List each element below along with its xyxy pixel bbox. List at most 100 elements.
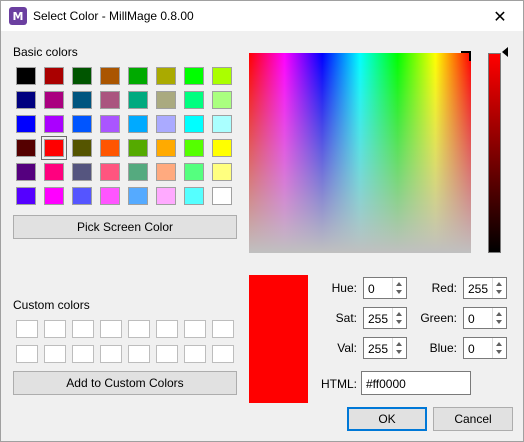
basic-color-swatch[interactable] <box>16 163 36 181</box>
hue-up-icon[interactable] <box>396 282 402 286</box>
blue-value: 0 <box>468 342 475 356</box>
basic-color-swatch[interactable] <box>72 91 92 109</box>
window-title: Select Color - MillMage 0.8.00 <box>33 9 194 23</box>
value-slider-arrow-icon[interactable] <box>502 47 508 57</box>
basic-color-swatch[interactable] <box>156 139 176 157</box>
custom-color-swatch[interactable] <box>184 320 206 338</box>
close-button[interactable]: ✕ <box>483 1 517 31</box>
basic-color-swatch[interactable] <box>156 115 176 133</box>
basic-color-swatch[interactable] <box>72 139 92 157</box>
basic-color-swatch[interactable] <box>128 187 148 205</box>
basic-color-swatch[interactable] <box>184 163 204 181</box>
basic-color-swatch[interactable] <box>41 136 67 160</box>
val-up-icon[interactable] <box>396 342 402 346</box>
green-label: Green: <box>420 311 457 325</box>
cancel-button[interactable]: Cancel <box>433 407 513 431</box>
basic-color-swatch[interactable] <box>128 67 148 85</box>
basic-color-swatch[interactable] <box>100 115 120 133</box>
custom-color-swatch[interactable] <box>16 345 38 363</box>
green-down-icon[interactable] <box>496 320 502 324</box>
sat-down-icon[interactable] <box>396 320 402 324</box>
basic-colors-label: Basic colors <box>13 45 78 59</box>
basic-color-swatch[interactable] <box>100 67 120 85</box>
custom-color-swatch[interactable] <box>44 345 66 363</box>
basic-color-swatch[interactable] <box>44 163 64 181</box>
red-down-icon[interactable] <box>496 290 502 294</box>
basic-color-swatch[interactable] <box>212 67 232 85</box>
basic-color-swatch[interactable] <box>212 163 232 181</box>
basic-color-swatch[interactable] <box>72 115 92 133</box>
red-up-icon[interactable] <box>496 282 502 286</box>
basic-color-swatch[interactable] <box>128 91 148 109</box>
hue-down-icon[interactable] <box>396 290 402 294</box>
value-slider[interactable] <box>488 53 501 253</box>
pick-screen-color-button[interactable]: Pick Screen Color <box>13 215 237 239</box>
basic-color-swatch[interactable] <box>44 91 64 109</box>
blue-up-icon[interactable] <box>496 342 502 346</box>
basic-color-swatch[interactable] <box>16 187 36 205</box>
basic-color-swatch[interactable] <box>72 187 92 205</box>
current-color-preview <box>249 275 308 403</box>
sat-spinbox[interactable]: 255 <box>363 307 407 329</box>
custom-color-swatch[interactable] <box>100 345 122 363</box>
basic-color-swatch[interactable] <box>72 67 92 85</box>
basic-color-swatch[interactable] <box>16 91 36 109</box>
basic-color-swatch[interactable] <box>156 187 176 205</box>
basic-color-swatch[interactable] <box>16 139 36 157</box>
custom-color-swatch[interactable] <box>184 345 206 363</box>
hue-value: 0 <box>368 282 375 296</box>
html-color-input[interactable]: #ff0000 <box>361 371 471 395</box>
custom-color-swatch[interactable] <box>16 320 38 338</box>
basic-color-swatch[interactable] <box>16 67 36 85</box>
basic-color-swatch[interactable] <box>72 163 92 181</box>
green-up-icon[interactable] <box>496 312 502 316</box>
ok-button[interactable]: OK <box>347 407 427 431</box>
custom-color-swatch[interactable] <box>156 320 178 338</box>
basic-color-swatch[interactable] <box>128 115 148 133</box>
basic-color-swatch[interactable] <box>16 115 36 133</box>
basic-color-swatch[interactable] <box>184 139 204 157</box>
red-spinbox[interactable]: 255 <box>463 277 507 299</box>
basic-color-swatch[interactable] <box>184 187 204 205</box>
select-color-dialog: M Select Color - MillMage 0.8.00 ✕ Basic… <box>0 0 524 442</box>
custom-color-swatch[interactable] <box>128 345 150 363</box>
basic-color-swatch[interactable] <box>184 115 204 133</box>
hue-saturation-picker[interactable] <box>249 53 471 253</box>
basic-color-swatch[interactable] <box>156 163 176 181</box>
blue-down-icon[interactable] <box>496 350 502 354</box>
basic-color-swatch[interactable] <box>100 163 120 181</box>
basic-color-swatch[interactable] <box>100 91 120 109</box>
basic-color-swatch[interactable] <box>128 163 148 181</box>
basic-color-swatch[interactable] <box>212 139 232 157</box>
val-down-icon[interactable] <box>396 350 402 354</box>
custom-color-swatch[interactable] <box>128 320 150 338</box>
basic-color-swatch[interactable] <box>156 67 176 85</box>
add-to-custom-colors-button[interactable]: Add to Custom Colors <box>13 371 237 395</box>
basic-color-swatch[interactable] <box>212 115 232 133</box>
custom-color-swatch[interactable] <box>156 345 178 363</box>
basic-color-swatch[interactable] <box>212 187 232 205</box>
basic-color-swatch[interactable] <box>156 91 176 109</box>
val-spinbox[interactable]: 255 <box>363 337 407 359</box>
basic-color-swatch[interactable] <box>100 139 120 157</box>
sat-up-icon[interactable] <box>396 312 402 316</box>
basic-color-swatch[interactable] <box>128 139 148 157</box>
basic-color-swatch[interactable] <box>44 115 64 133</box>
spectrum-crosshair[interactable] <box>461 51 471 61</box>
basic-color-swatch[interactable] <box>184 67 204 85</box>
custom-colors-grid <box>16 320 234 363</box>
blue-spinbox[interactable]: 0 <box>463 337 507 359</box>
basic-color-swatch[interactable] <box>100 187 120 205</box>
custom-color-swatch[interactable] <box>72 345 94 363</box>
custom-color-swatch[interactable] <box>100 320 122 338</box>
green-spinbox[interactable]: 0 <box>463 307 507 329</box>
basic-color-swatch[interactable] <box>212 91 232 109</box>
hue-spinbox[interactable]: 0 <box>363 277 407 299</box>
custom-color-swatch[interactable] <box>212 320 234 338</box>
basic-color-swatch[interactable] <box>44 67 64 85</box>
custom-color-swatch[interactable] <box>44 320 66 338</box>
custom-color-swatch[interactable] <box>72 320 94 338</box>
basic-color-swatch[interactable] <box>184 91 204 109</box>
custom-color-swatch[interactable] <box>212 345 234 363</box>
basic-color-swatch[interactable] <box>44 187 64 205</box>
